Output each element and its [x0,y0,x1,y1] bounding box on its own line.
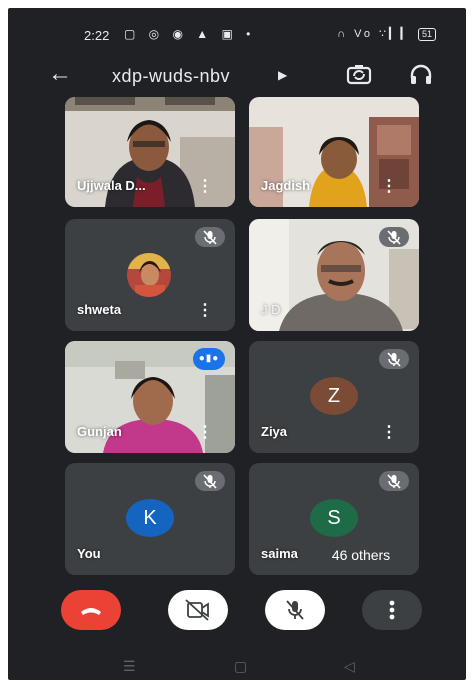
participant-name: J D [261,302,281,317]
phone-screen: 2:22 ▢ ◎ ◉ ▲ ▣ • ∩ Vo ∵▎▎ 51 ← xdp-wuds-… [8,8,466,680]
battery-icon: 51 [417,28,436,41]
mic-off-icon [195,227,225,247]
headphones-icon[interactable] [408,62,434,88]
participant-name: You [77,546,101,561]
nav-back-icon[interactable]: ◁ [344,658,355,675]
participant-tile[interactable]: shweta ⋮ [65,219,235,331]
speaking-indicator-icon: ●▮● [193,348,225,370]
avatar [127,253,171,297]
more-vert-icon[interactable]: ⋮ [381,425,397,441]
signal-icons: ∩ Vo ∵▎▎ [337,28,412,40]
phone-hangup-icon [81,608,101,615]
participant-name: Jagdish [261,178,311,193]
participant-tile[interactable]: Z Ziya ⋮ [249,341,419,453]
meeting-top-bar: ← xdp-wuds-nbv ▶ [8,52,466,102]
participant-name: Ujjwala D... [77,178,146,193]
mic-off-icon [379,227,409,247]
notification-icons: ▢ ◎ ◉ ▲ ▣ • [124,27,256,41]
switch-camera-icon[interactable] [346,62,372,88]
participant-tile[interactable]: J D [249,219,419,331]
end-call-button[interactable] [61,590,121,630]
status-bar: 2:22 ▢ ◎ ◉ ▲ ▣ • ∩ Vo ∵▎▎ 51 [8,8,466,52]
more-vert-icon[interactable]: ⋮ [197,303,213,319]
system-icons: ∩ Vo ∵▎▎ 51 [337,27,436,41]
arrow-back-icon[interactable]: ← [48,62,72,86]
mic-toggle-button[interactable] [265,590,325,630]
nav-menu-icon[interactable]: ☰ [123,658,136,675]
participant-name: saima [261,546,298,561]
video-off-icon [185,599,209,621]
nav-home-icon[interactable]: ▢ [234,658,247,675]
more-vert-icon[interactable]: ⋮ [197,179,213,195]
camera-toggle-button[interactable] [168,590,228,630]
mic-off-icon [379,349,409,369]
mic-off-icon [195,471,225,491]
status-time: 2:22 [84,28,110,43]
avatar: K [126,499,174,537]
others-count-badge[interactable]: 46 others [306,541,416,569]
participant-name: Ziya [261,424,288,439]
participant-name: shweta [77,302,122,317]
participant-name: Gunjan [77,424,122,439]
participant-tile[interactable]: Ujjwala D... ⋮ [65,97,235,207]
more-vert-icon[interactable]: ⋮ [381,179,397,195]
avatar: Z [310,377,358,415]
more-options-button[interactable] [362,590,422,630]
avatar: S [310,499,358,537]
mic-off-icon [379,471,409,491]
participant-tile[interactable]: Jagdish ⋮ [249,97,419,207]
participant-tile[interactable]: ●▮● Gunjan ⋮ [65,341,235,453]
meeting-code[interactable]: xdp-wuds-nbv [112,66,230,87]
more-vert-icon[interactable]: ⋮ [197,425,213,441]
participant-tile[interactable]: K You [65,463,235,575]
more-vert-icon [389,600,395,620]
mic-off-icon [286,600,304,620]
chevron-right-icon[interactable]: ▶ [278,68,287,82]
